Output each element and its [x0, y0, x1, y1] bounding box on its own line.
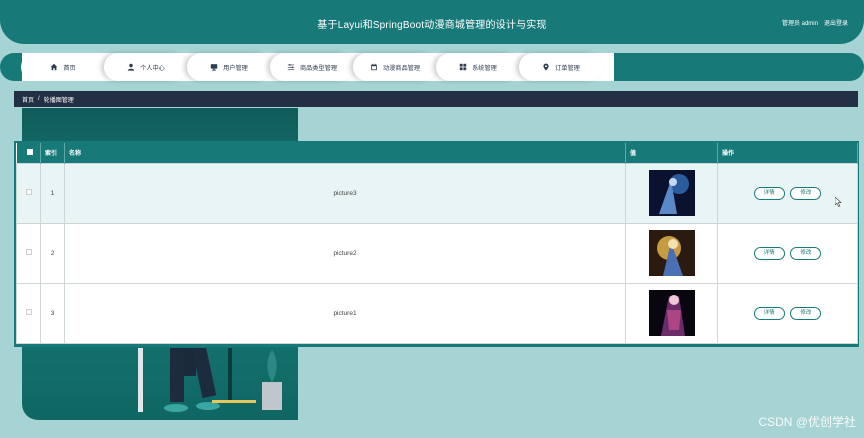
nav-item-orders[interactable]: 订单管理 [519, 53, 603, 81]
breadcrumb-current: 轮播图管理 [43, 97, 74, 104]
column-name: 名称 [64, 143, 626, 163]
mouse-cursor-icon [835, 197, 842, 207]
row-checkbox[interactable] [25, 309, 32, 315]
row-name: picture3 [64, 162, 626, 224]
nav-item-profile[interactable]: 个人中心 [104, 53, 188, 81]
row-name: picture2 [64, 222, 626, 284]
nav-item-category[interactable]: 商品类型管理 [270, 53, 354, 81]
column-index: 索引 [40, 143, 65, 163]
nav-item-system[interactable]: 系统管理 [436, 53, 520, 81]
row-checkbox[interactable] [25, 249, 32, 255]
row-index: 2 [40, 222, 65, 284]
person-illustration [138, 348, 282, 412]
row-checkbox[interactable] [25, 189, 32, 195]
nav-label: 首页 [63, 64, 76, 72]
detail-button[interactable]: 详情 [753, 306, 785, 320]
app-title: 基于Layui和SpringBoot动漫商城管理的设计与实现 [317, 20, 547, 31]
picture-thumbnail [648, 230, 695, 276]
row-index: 3 [40, 282, 65, 344]
nav-label: 动漫商品管理 [382, 64, 421, 72]
table-header-row: 索引 名称 值 操作 [16, 143, 858, 163]
table-row: 1 picture3 详情 修改 [16, 162, 858, 224]
data-table: 索引 名称 值 操作 1 picture3 详情 修改 2 picture2 详… [16, 143, 858, 344]
top-header: 基于Layui和SpringBoot动漫商城管理的设计与实现 管理员 admin… [0, 0, 864, 44]
edit-button[interactable]: 修改 [790, 306, 822, 320]
picture-thumbnail [648, 290, 695, 336]
calendar-icon [370, 63, 378, 71]
nav-menu: 首页 个人中心 用户管理 商品类型管理 动漫商品管理 系统管理 订单管理 [21, 53, 603, 81]
monitor-icon [210, 63, 218, 71]
sliders-icon [287, 63, 295, 71]
grid-icon [459, 63, 467, 71]
nav-item-home[interactable]: 首页 [21, 53, 105, 81]
row-name: picture1 [64, 282, 626, 344]
table-row: 3 picture1 详情 修改 [16, 282, 858, 344]
nav-item-users[interactable]: 用户管理 [187, 53, 271, 81]
logout-link[interactable]: 退出登录 [824, 18, 848, 27]
breadcrumb-home[interactable]: 首页 [22, 95, 34, 104]
select-all-checkbox[interactable] [27, 148, 34, 155]
table-row: 2 picture2 详情 修改 [16, 222, 858, 284]
nav-label: 商品类型管理 [299, 64, 338, 72]
nav-item-products[interactable]: 动漫商品管理 [353, 53, 437, 81]
user-area: 管理员 admin 退出登录 [782, 18, 848, 27]
current-user: 管理员 admin [781, 21, 818, 27]
column-value: 值 [625, 143, 718, 163]
breadcrumb-separator: / [38, 96, 40, 102]
detail-button[interactable]: 详情 [753, 246, 785, 260]
detail-button[interactable]: 详情 [753, 186, 785, 200]
nav-label: 用户管理 [223, 64, 248, 72]
row-index: 1 [40, 162, 65, 224]
nav-label: 个人中心 [140, 64, 165, 72]
carousel-table: 索引 名称 值 操作 1 picture3 详情 修改 2 picture2 详… [14, 141, 859, 347]
edit-button[interactable]: 修改 [790, 186, 822, 200]
edit-button[interactable]: 修改 [790, 246, 822, 260]
picture-thumbnail [648, 170, 695, 216]
breadcrumb: 首页 / 轮播图管理 [14, 91, 858, 107]
watermark: CSDN @优创学社 [758, 415, 856, 429]
user-icon [127, 63, 135, 71]
home-icon [50, 63, 58, 71]
location-icon [542, 63, 550, 71]
nav-label: 订单管理 [555, 64, 580, 72]
column-actions: 操作 [717, 143, 858, 163]
nav-label: 系统管理 [472, 64, 497, 72]
